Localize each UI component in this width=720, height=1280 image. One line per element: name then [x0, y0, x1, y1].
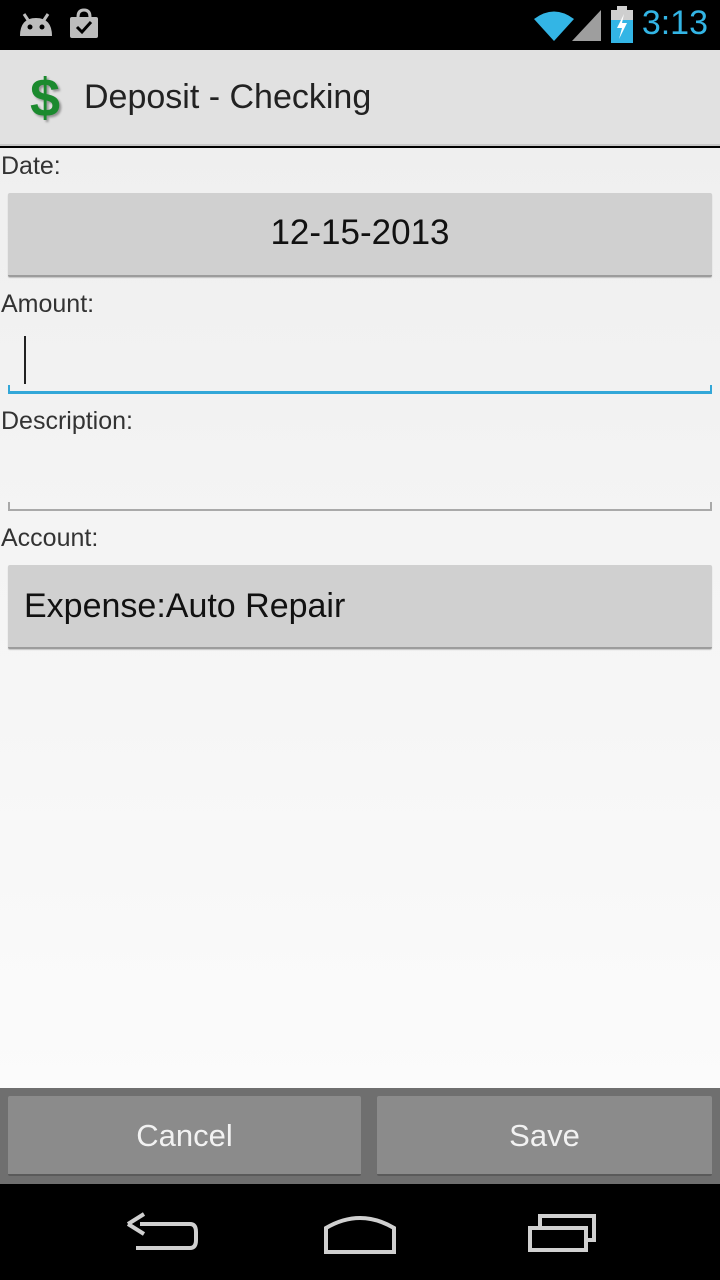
- save-button[interactable]: Save: [377, 1096, 712, 1176]
- text-cursor: [24, 336, 26, 384]
- account-selector-button[interactable]: Expense:Auto Repair: [8, 565, 712, 649]
- amount-tick-right: [710, 385, 712, 394]
- amount-underline: [8, 391, 712, 394]
- navigation-bar: [0, 1184, 720, 1280]
- amount-field[interactable]: [8, 332, 712, 394]
- button-bar: Cancel Save: [0, 1088, 720, 1184]
- android-debug-icon: [20, 13, 52, 36]
- description-tick-right: [710, 502, 712, 511]
- dollar-icon: $: [30, 68, 61, 128]
- date-label: Date:: [1, 152, 61, 180]
- status-bar: 3:13: [0, 0, 720, 50]
- amount-tick-left: [8, 385, 10, 394]
- recent-apps-icon[interactable]: [512, 1202, 612, 1262]
- amount-input[interactable]: [8, 332, 712, 394]
- date-picker-button[interactable]: 12-15-2013: [8, 193, 712, 277]
- action-bar: $ Deposit - Checking: [0, 50, 720, 146]
- home-icon[interactable]: [310, 1202, 410, 1262]
- shopping-bag-check-icon: [70, 8, 98, 38]
- amount-label: Amount:: [1, 290, 95, 318]
- description-field[interactable]: [8, 449, 712, 511]
- description-input[interactable]: [8, 449, 712, 511]
- page-title: Deposit - Checking: [84, 78, 372, 116]
- account-label: Account:: [1, 524, 99, 552]
- description-label: Description:: [1, 407, 133, 435]
- description-underline: [8, 509, 712, 511]
- account-value: Expense:Auto Repair: [24, 587, 346, 625]
- battery-charging-icon: [611, 6, 633, 43]
- transaction-form: Date: 12-15-2013 Amount: Description: Ac…: [0, 148, 720, 1088]
- cancel-button[interactable]: Cancel: [8, 1096, 361, 1176]
- signal-icon: [572, 10, 601, 41]
- wifi-icon: [534, 11, 574, 41]
- description-tick-left: [8, 502, 10, 511]
- status-time: 3:13: [641, 4, 708, 42]
- date-value: 12-15-2013: [270, 213, 450, 252]
- back-icon[interactable]: [110, 1202, 210, 1262]
